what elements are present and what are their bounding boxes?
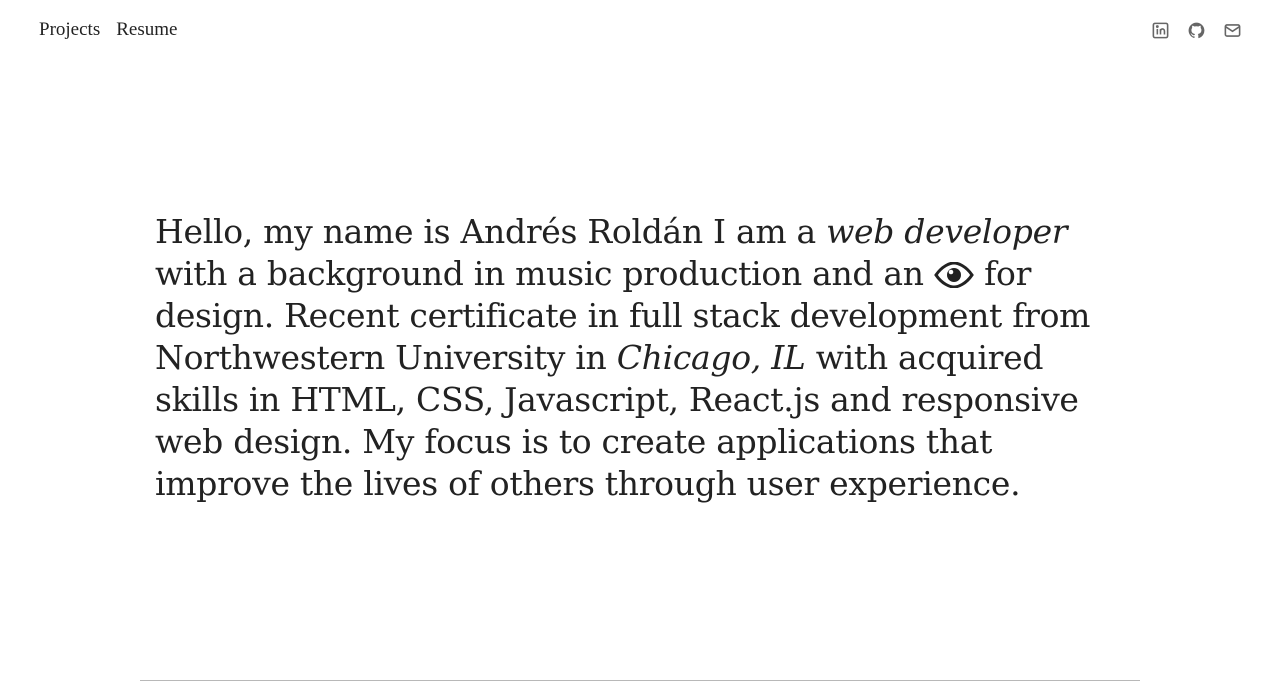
- email-icon: [1224, 23, 1240, 37]
- intro-text-1: Hello, my name is Andrés Roldán I am a: [155, 212, 827, 251]
- linkedin-icon: [1152, 22, 1168, 38]
- github-link[interactable]: [1186, 20, 1206, 40]
- nav-link-projects[interactable]: Projects: [39, 19, 100, 41]
- top-nav: Projects Resume: [0, 0, 1280, 62]
- nav-link-resume[interactable]: Resume: [116, 19, 177, 41]
- github-icon: [1188, 22, 1204, 38]
- linkedin-link[interactable]: [1150, 20, 1170, 40]
- location-emphasis: Chicago, IL: [616, 338, 806, 377]
- social-links: [1150, 20, 1242, 40]
- intro-text-2: with a background in music production an…: [155, 254, 934, 293]
- email-link[interactable]: [1222, 20, 1242, 40]
- footer-divider: [140, 680, 1140, 681]
- nav-links: Projects Resume: [39, 19, 177, 41]
- eye-icon: [934, 262, 974, 288]
- intro-paragraph: Hello, my name is Andrés Roldán I am a w…: [155, 211, 1130, 505]
- role-emphasis: web developer: [826, 212, 1068, 251]
